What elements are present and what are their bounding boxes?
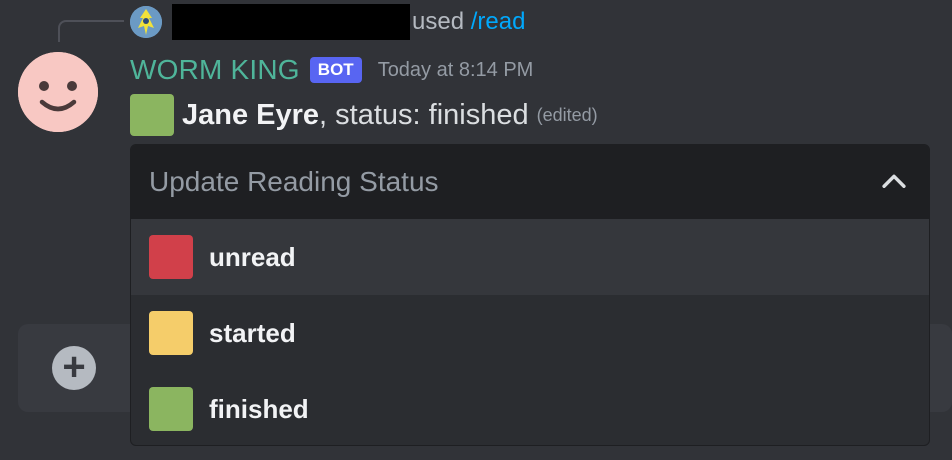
smiley-face-icon — [18, 52, 98, 132]
bot-badge: BOT — [309, 57, 362, 83]
option-label: finished — [209, 393, 309, 424]
option-unread[interactable]: unread — [131, 219, 929, 295]
plus-circle-icon[interactable]: + — [52, 346, 96, 390]
reply-context: used /read — [412, 8, 525, 36]
reply-command-link[interactable]: /read — [471, 8, 526, 35]
option-started[interactable]: started — [131, 295, 929, 371]
status-text: , status: finished — [319, 98, 529, 131]
select-placeholder: Update Reading Status — [149, 166, 439, 197]
bot-avatar[interactable] — [18, 52, 98, 132]
finished-status-swatch — [130, 94, 174, 136]
book-title: Jane Eyre — [182, 98, 320, 131]
select-header[interactable]: Update Reading Status — [131, 145, 929, 219]
replier-avatar[interactable] — [130, 6, 162, 38]
bot-username[interactable]: WORM KING — [130, 54, 300, 86]
reading-status-select[interactable]: Update Reading Status unread started fin… — [130, 144, 930, 446]
option-label: started — [209, 317, 296, 348]
message-content: Jane Eyre , status: finished (edited) — [130, 94, 598, 136]
message-header: WORM KING BOT Today at 8:14 PM — [130, 54, 533, 86]
finished-swatch — [149, 387, 193, 431]
reply-connector-line — [58, 20, 124, 42]
unread-swatch — [149, 235, 193, 279]
option-label: unread — [209, 241, 296, 272]
option-finished[interactable]: finished — [131, 371, 929, 445]
edited-label: (edited) — [536, 104, 598, 125]
redacted-username — [172, 4, 410, 40]
started-swatch — [149, 311, 193, 355]
replier-avatar-icon — [130, 6, 162, 38]
chevron-up-icon[interactable] — [877, 165, 911, 199]
message-timestamp: Today at 8:14 PM — [377, 58, 534, 81]
reply-used-text: used — [412, 8, 465, 35]
